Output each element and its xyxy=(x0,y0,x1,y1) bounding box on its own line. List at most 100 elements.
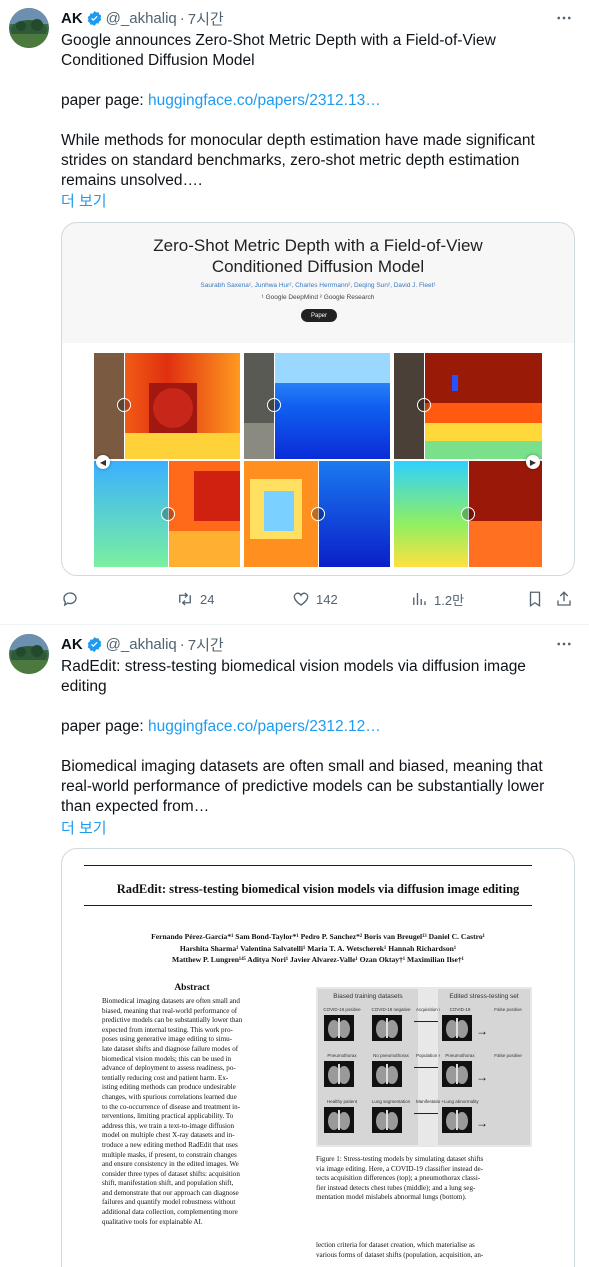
figure-label: Lung segmentation xyxy=(371,1099,411,1104)
author-name[interactable]: AK xyxy=(61,636,83,653)
text-line: qualitative tools for explainable AI. xyxy=(102,1217,203,1226)
share-button[interactable] xyxy=(555,589,573,609)
carousel-prev-button[interactable]: ◀ xyxy=(96,455,110,469)
figure-label: Population shift xyxy=(416,1053,440,1058)
carousel-dots xyxy=(299,571,339,575)
depth-panel xyxy=(94,353,240,459)
text-line: failures and quantify model robustness w… xyxy=(102,1198,236,1207)
tweet-text-line: RadEdit: stress-testing biomedical visio… xyxy=(61,658,526,675)
figure-label: No pneumothorax xyxy=(373,1053,409,1058)
compare-slider-handle[interactable] xyxy=(117,398,131,412)
text-line: lection criteria for dataset creation, w… xyxy=(316,1241,475,1249)
arrow-icon xyxy=(414,1067,438,1068)
tweet-body-line: Biomedical imaging datasets are often sm… xyxy=(61,758,543,775)
like-count: 142 xyxy=(316,591,338,607)
paper-link[interactable]: huggingface.co/papers/2312.13… xyxy=(148,92,381,109)
bookmark-button[interactable] xyxy=(526,589,544,609)
compare-slider-handle[interactable] xyxy=(417,398,431,412)
text-line: isting editing methods can produce undes… xyxy=(102,1083,236,1092)
depth-image-grid: ◀ ▶ xyxy=(62,343,574,575)
retweet-button[interactable]: 24 xyxy=(176,589,214,609)
text-line: to the co-occurrence of disease and trea… xyxy=(102,1102,241,1111)
views-button[interactable]: 1.2만 xyxy=(410,589,464,609)
figure-label: Pneumothorax xyxy=(327,1053,357,1058)
text-line: various forms of dataset shifts (populat… xyxy=(316,1250,484,1259)
compare-slider-handle[interactable] xyxy=(311,507,325,521)
avatar[interactable] xyxy=(9,8,49,48)
arrow-icon: → xyxy=(476,1116,488,1130)
figure-label: False positive xyxy=(494,1053,522,1058)
text-line: advance of deployment to assess readines… xyxy=(102,1064,236,1073)
retweet-count: 24 xyxy=(200,591,215,607)
paper-label: paper page: xyxy=(61,718,149,735)
depth-panel xyxy=(244,353,390,459)
reply-button[interactable] xyxy=(61,589,79,609)
authors-line: Harshita Sharma¹ Valentina Salvatelli¹ M… xyxy=(179,943,457,953)
show-more-link[interactable]: 더 보기 xyxy=(61,190,107,211)
avatar[interactable] xyxy=(9,634,49,674)
tweet-body-line: remains unsolved…. xyxy=(61,172,203,189)
tweet-header: AK @_akhaliq · 7시간 xyxy=(61,8,224,28)
text-line: Figure 1: Stress-testing models by simul… xyxy=(316,1155,484,1163)
depth-panel xyxy=(394,353,542,459)
paper-label: paper page: xyxy=(61,92,149,109)
more-options-icon[interactable] xyxy=(555,9,573,27)
depth-panel xyxy=(94,461,240,567)
paper-link[interactable]: huggingface.co/papers/2312.12… xyxy=(148,718,381,735)
figure-label: +Lung abnormality xyxy=(441,1099,479,1104)
compare-slider-handle[interactable] xyxy=(267,398,281,412)
tweet-body-line: than expected from… xyxy=(61,798,210,815)
text-line: poses using generative image editing to … xyxy=(102,1035,233,1044)
compare-slider-handle[interactable] xyxy=(461,507,475,521)
paper-page-line: paper page: huggingface.co/papers/2312.1… xyxy=(61,717,571,737)
media-card[interactable]: Zero-Shot Metric Depth with a Field-of-V… xyxy=(61,222,575,576)
figure-row: COVID-19 positive COVID-19 negative Acquis… xyxy=(316,1007,532,1051)
show-more-link[interactable]: 더 보기 xyxy=(61,817,107,838)
text-line: troduce a new editing method RadEdit tha… xyxy=(102,1140,238,1149)
text-line: and demonstrate that our approach can di… xyxy=(102,1188,239,1197)
text-line: fier instead detects chest tubes (middle… xyxy=(316,1183,476,1192)
tweet-text-line: editing xyxy=(61,678,107,695)
tweet-text: RadEdit: stress-testing biomedical visio… xyxy=(61,657,571,697)
text-line: address this, we train a text-to-image d… xyxy=(102,1121,235,1130)
paper-affiliations: ¹ Google DeepMind ² Google Research xyxy=(261,294,375,301)
paper-body-text: lection criteria for dataset creation, w… xyxy=(316,1241,532,1260)
author-handle[interactable]: @_akhaliq xyxy=(106,10,177,27)
separator-dot: · xyxy=(179,635,185,653)
more-options-icon[interactable] xyxy=(555,635,573,653)
tweet-time[interactable]: 7시간 xyxy=(188,634,224,655)
figure-row: Pneumothorax No pneumothorax Population sh… xyxy=(316,1053,532,1097)
figure-label: Pneumothorax xyxy=(445,1053,475,1058)
depth-panel xyxy=(244,461,390,567)
figure-right-title: Edited stress-testing set xyxy=(449,993,519,1000)
tweet-time[interactable]: 7시간 xyxy=(188,8,224,29)
text-line: consider three types of dataset shifts: … xyxy=(102,1169,240,1178)
tweet[interactable]: AK @_akhaliq · 7시간 RadEdit: stress-testi… xyxy=(0,626,589,1267)
figure-label: Acquisition shift xyxy=(416,1007,440,1012)
text-line: biomedical vision models; this can be us… xyxy=(102,1054,232,1063)
text-line: multiple masks, if present, to constrain… xyxy=(102,1150,237,1159)
rule-bottom xyxy=(84,905,532,906)
tweet[interactable]: AK @_akhaliq · 7시간 Google announces Zero… xyxy=(0,0,589,625)
tweet-body-line: strides on standard benchmarks, zero-sho… xyxy=(61,152,520,169)
paper-authors: Saurabh Saxena¹, Junhwa Hur², Charles He… xyxy=(200,282,436,289)
text-line: expected from internal testing. This wor… xyxy=(102,1025,233,1034)
figure-caption: Figure 1: Stress-testing models by simul… xyxy=(316,1155,532,1203)
views-icon xyxy=(413,593,426,605)
view-count: 1.2만 xyxy=(434,592,465,608)
tweet-text-line: Google announces Zero-Shot Metric Depth … xyxy=(61,32,496,49)
media-card[interactable]: RadEdit: stress-testing biomedical visio… xyxy=(61,848,575,1267)
tweet-text: Google announces Zero-Shot Metric Depth … xyxy=(61,31,571,71)
like-button[interactable]: 142 xyxy=(292,589,338,609)
separator-dot: · xyxy=(179,9,185,27)
carousel-next-button[interactable]: ▶ xyxy=(526,455,540,469)
rule-top xyxy=(84,865,532,866)
author-handle[interactable]: @_akhaliq xyxy=(106,636,177,653)
authors-line: Fernando Pérez-García*¹ Sam Bond-Taylor*… xyxy=(151,932,485,941)
compare-slider-handle[interactable] xyxy=(161,507,175,521)
text-line: mentation model mislabels abnormal lungs… xyxy=(316,1193,467,1202)
text-line: terventions, limiting practical applicab… xyxy=(102,1112,234,1121)
tweet-body: Biomedical imaging datasets are often sm… xyxy=(61,757,571,817)
paper-title-line: Zero-Shot Metric Depth with a Field-of-V… xyxy=(153,236,483,255)
author-name[interactable]: AK xyxy=(61,10,83,27)
